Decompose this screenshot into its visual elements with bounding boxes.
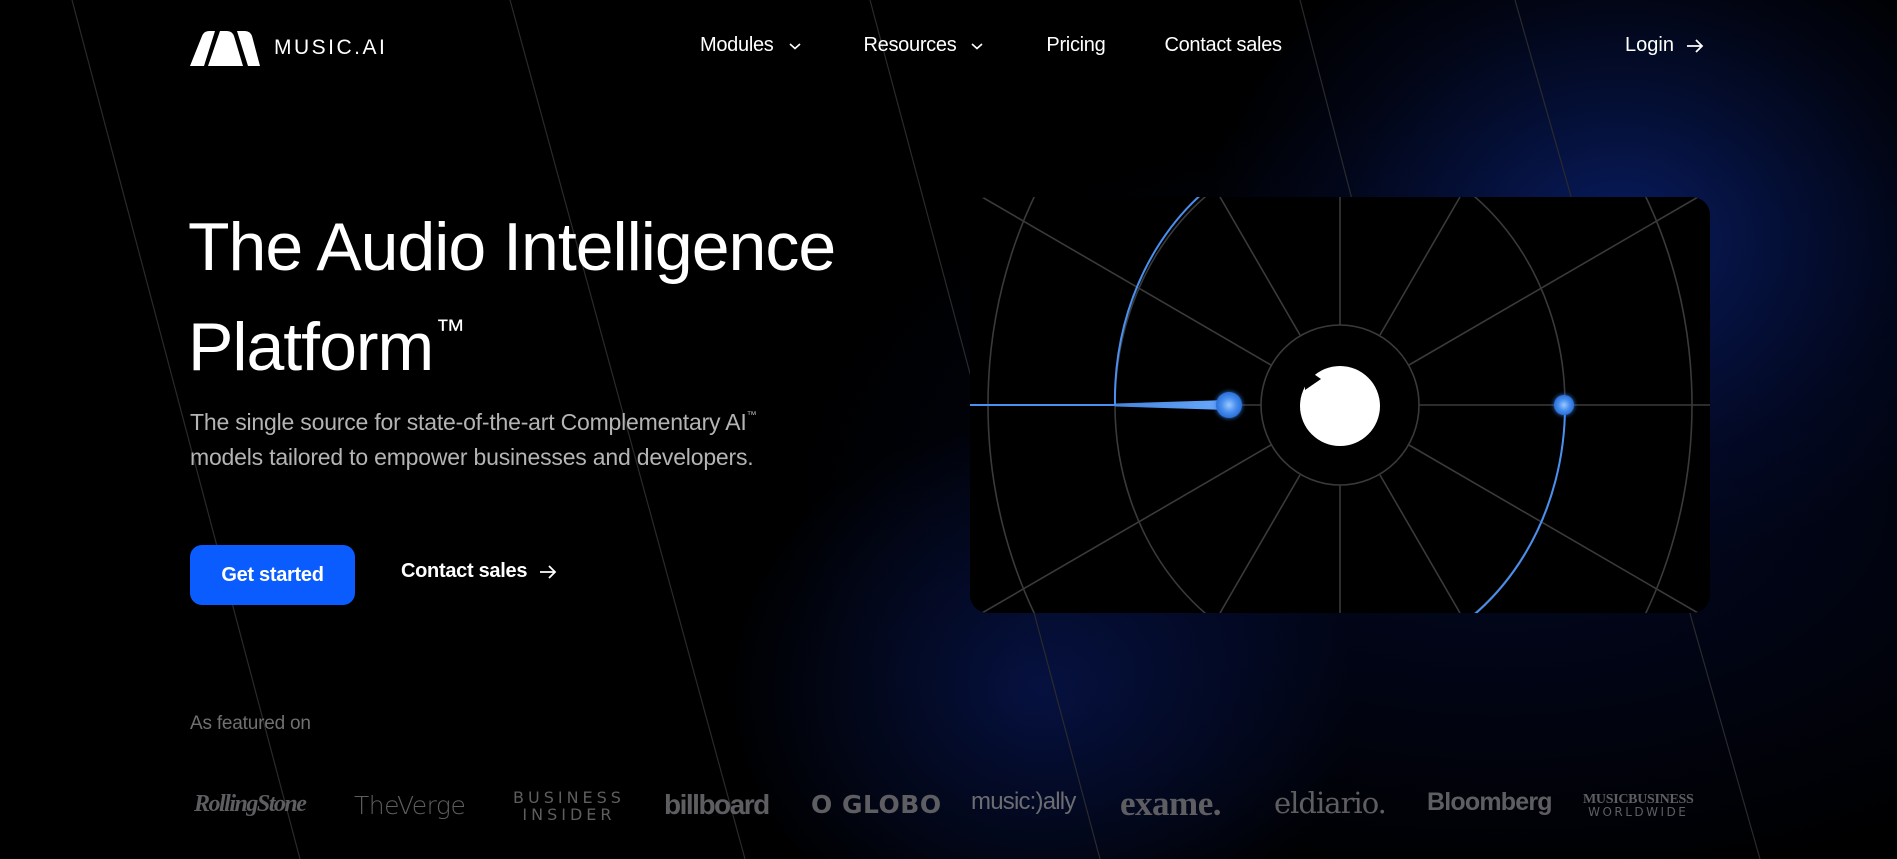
trademark-mark: ™ bbox=[435, 314, 465, 347]
get-started-button[interactable]: Get started bbox=[190, 545, 355, 605]
login-link[interactable]: Login bbox=[1625, 34, 1704, 57]
o-globo-logo: O GLOBO bbox=[811, 790, 942, 819]
video-player[interactable] bbox=[970, 197, 1710, 613]
brand-logo[interactable]: MUSIC.AI bbox=[190, 30, 387, 66]
playhead-dot-right bbox=[1554, 395, 1574, 415]
hero-title: The Audio Intelligence Platform™ bbox=[188, 205, 836, 389]
music-ally-logo: music:)ally bbox=[971, 788, 1076, 815]
eldiario-logo: eldiario. bbox=[1274, 786, 1387, 820]
rolling-stone-logo: RollingStone bbox=[194, 791, 307, 817]
chevron-down-icon bbox=[788, 42, 801, 50]
waveform-arc-left bbox=[1113, 197, 1200, 406]
logo-line: WORLDWIDE bbox=[1588, 805, 1689, 819]
nav-item-label: Contact sales bbox=[1164, 34, 1282, 56]
arrow-right-icon bbox=[1686, 38, 1704, 53]
brand-name: MUSIC.AI bbox=[274, 36, 388, 59]
featured-label: As featured on bbox=[190, 713, 311, 734]
contact-sales-button[interactable]: Contact sales bbox=[401, 560, 557, 583]
hero-subtitle: The single source for state-of-the-art C… bbox=[190, 398, 820, 475]
business-insider-logo: BUSINESS INSIDER bbox=[513, 789, 625, 823]
logo-line: INSIDER bbox=[522, 805, 616, 824]
play-icon bbox=[1305, 368, 1321, 390]
nav-item-pricing[interactable]: Pricing bbox=[1046, 34, 1105, 57]
the-verge-logo: TheVerge bbox=[354, 791, 466, 820]
contact-sales-label: Contact sales bbox=[401, 560, 528, 582]
music-business-worldwide-logo: MUSICBUSINESS WORLDWIDE bbox=[1583, 793, 1694, 819]
billboard-logo: billboard bbox=[664, 789, 770, 820]
trademark-mark: ™ bbox=[746, 410, 757, 421]
site-header: MUSIC.AI Modules Resources Pricing Conta… bbox=[0, 0, 1897, 95]
chevron-down-icon bbox=[971, 42, 983, 50]
nav-item-label: Modules bbox=[700, 34, 774, 56]
main-nav: Modules Resources Pricing Contact sales bbox=[700, 34, 1282, 57]
nav-item-contact-sales[interactable]: Contact sales bbox=[1164, 34, 1282, 57]
nav-item-label: Resources bbox=[863, 34, 957, 56]
bloomberg-logo: Bloomberg bbox=[1427, 788, 1553, 816]
hero-title-line2: Platform bbox=[188, 309, 434, 385]
nav-item-resources[interactable]: Resources bbox=[864, 34, 985, 57]
arrow-right-icon bbox=[540, 564, 557, 579]
login-label: Login bbox=[1625, 34, 1674, 56]
nav-item-label: Pricing bbox=[1046, 34, 1106, 56]
music-ai-logo-mark-icon bbox=[190, 31, 260, 66]
hero-title-line1: The Audio Intelligence bbox=[188, 209, 836, 285]
exame-logo: exame. bbox=[1120, 784, 1221, 823]
press-logos: RollingStone TheVerge BUSINESS INSIDER bi… bbox=[190, 784, 1710, 825]
play-button[interactable] bbox=[1300, 366, 1380, 446]
playhead-dot-left bbox=[1216, 392, 1242, 418]
waveform-tail bbox=[1115, 400, 1228, 410]
hero-subtitle-part1: The single source for state-of-the-art C… bbox=[190, 409, 747, 435]
nav-item-modules[interactable]: Modules bbox=[700, 34, 802, 57]
hero-subtitle-part2: models tailored to empower businesses an… bbox=[190, 444, 754, 470]
